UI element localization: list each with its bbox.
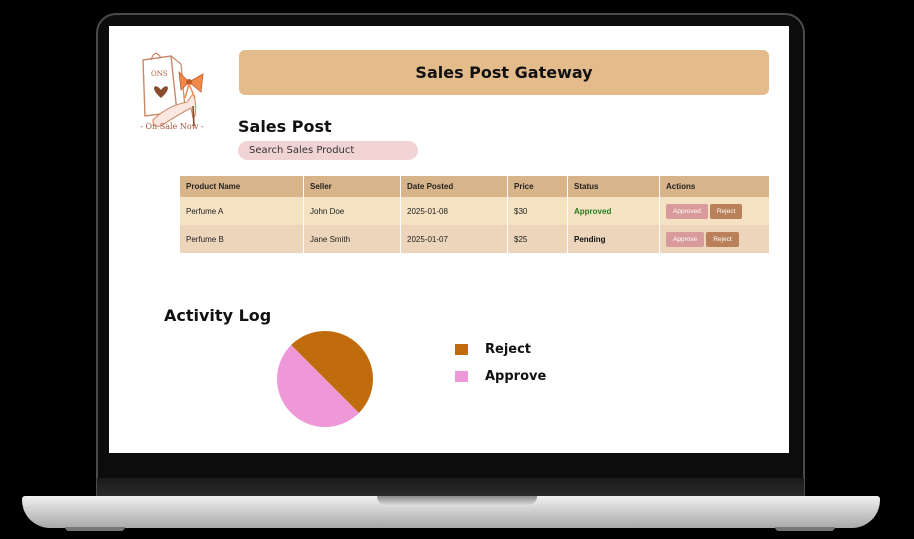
chart-legend: Reject Approve xyxy=(455,336,546,390)
column-header-seller: Seller xyxy=(303,176,401,197)
table-row: Perfume A John Doe 2025-01-08 $30 Approv… xyxy=(180,197,769,225)
cell-actions: Approve Reject xyxy=(659,225,769,253)
column-header-product: Product Name xyxy=(180,176,304,197)
legend-label-approve: Approve xyxy=(485,369,547,384)
approved-button[interactable]: Approved xyxy=(666,203,708,219)
cell-price: $30 xyxy=(507,197,568,225)
column-header-status: Status xyxy=(567,176,660,197)
column-header-date: Date Posted xyxy=(400,176,508,197)
app-screen: ONS - On Sale Now - Sales Post Gateway S… xyxy=(109,26,789,453)
legend-item-approve: Approve xyxy=(455,363,546,390)
cell-product: Perfume A xyxy=(180,197,304,225)
table-row: Perfume B Jane Smith 2025-01-07 $25 Pend… xyxy=(180,225,769,253)
cell-date: 2025-01-08 xyxy=(400,197,508,225)
laptop-chin xyxy=(97,478,804,498)
cell-product: Perfume B xyxy=(180,225,304,253)
cell-seller: John Doe xyxy=(303,197,401,225)
status-badge: Approved xyxy=(567,197,660,225)
sales-post-table: Product Name Seller Date Posted Price St… xyxy=(180,176,769,253)
cell-seller: Jane Smith xyxy=(303,225,401,253)
column-header-actions: Actions xyxy=(659,176,769,197)
page-title: Sales Post Gateway xyxy=(239,50,769,95)
status-badge: Pending xyxy=(567,225,660,253)
reject-button[interactable]: Reject xyxy=(709,203,743,219)
laptop-foot-right xyxy=(775,527,835,531)
column-header-price: Price xyxy=(507,176,568,197)
cell-price: $25 xyxy=(507,225,568,253)
approve-button[interactable]: Approve xyxy=(666,231,705,247)
laptop-foot-left xyxy=(65,527,125,531)
activity-pie-chart xyxy=(277,331,373,427)
sales-post-heading: Sales Post xyxy=(238,117,332,136)
legend-item-reject: Reject xyxy=(455,336,546,363)
activity-log-heading: Activity Log xyxy=(164,306,272,325)
logo-tagline: - On Sale Now - xyxy=(140,122,204,131)
table-header-row: Product Name Seller Date Posted Price St… xyxy=(180,176,769,197)
search-input[interactable] xyxy=(238,141,418,160)
legend-label-reject: Reject xyxy=(485,342,532,357)
cell-date: 2025-01-07 xyxy=(400,225,508,253)
logo-mark: ONS xyxy=(151,70,168,78)
legend-swatch-reject xyxy=(455,344,468,355)
legend-swatch-approve xyxy=(455,371,468,382)
reject-button[interactable]: Reject xyxy=(706,231,739,247)
laptop-opening-notch xyxy=(377,496,537,505)
cell-actions: Approved Reject xyxy=(659,197,769,225)
